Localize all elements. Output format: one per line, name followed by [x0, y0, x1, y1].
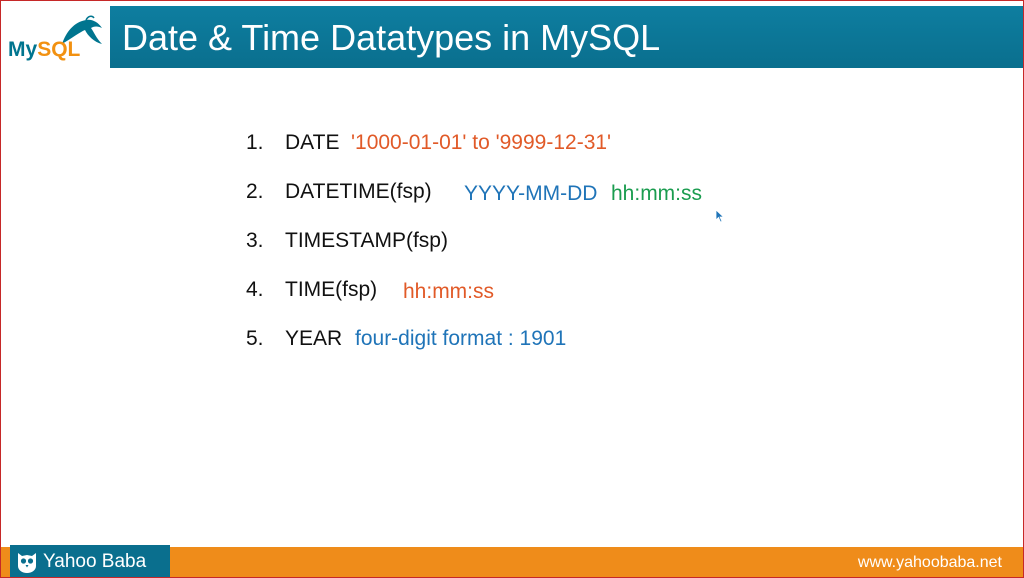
logo-text: MySQL [8, 38, 80, 62]
logo-my: My [8, 38, 38, 61]
time-format-note: hh:mm:ss [611, 182, 703, 205]
item-number: 1. [246, 131, 264, 154]
owl-icon [18, 553, 36, 573]
item-number: 4. [246, 278, 264, 301]
date-format-note: YYYY-MM-DD [464, 182, 598, 205]
logo-sql: SQL [37, 38, 81, 61]
website-url: www.yahoobaba.net [857, 554, 1002, 571]
item-number: 3. [246, 229, 264, 252]
date-range-note: '1000-01-01' to '9999-12-31' [351, 131, 612, 154]
page-title: Date & Time Datatypes in MySQL [122, 17, 661, 58]
item-name: DATETIME(fsp) [285, 180, 432, 203]
mysql-logo: MySQL [0, 4, 110, 70]
item-name: TIMESTAMP(fsp) [285, 229, 448, 252]
item-name: DATE [285, 131, 340, 154]
year-format-note: four-digit format : 1901 [355, 327, 567, 350]
item-name: YEAR [285, 327, 343, 350]
item-number: 5. [246, 327, 264, 350]
time-format-note: hh:mm:ss [403, 280, 495, 303]
item-number: 2. [246, 180, 264, 203]
slide-border [0, 0, 1024, 578]
brand-name: Yahoo Baba [43, 551, 147, 572]
mouse-cursor-icon [715, 209, 725, 223]
brand-badge: Yahoo Baba [10, 545, 170, 578]
item-name: TIME(fsp) [285, 278, 378, 301]
